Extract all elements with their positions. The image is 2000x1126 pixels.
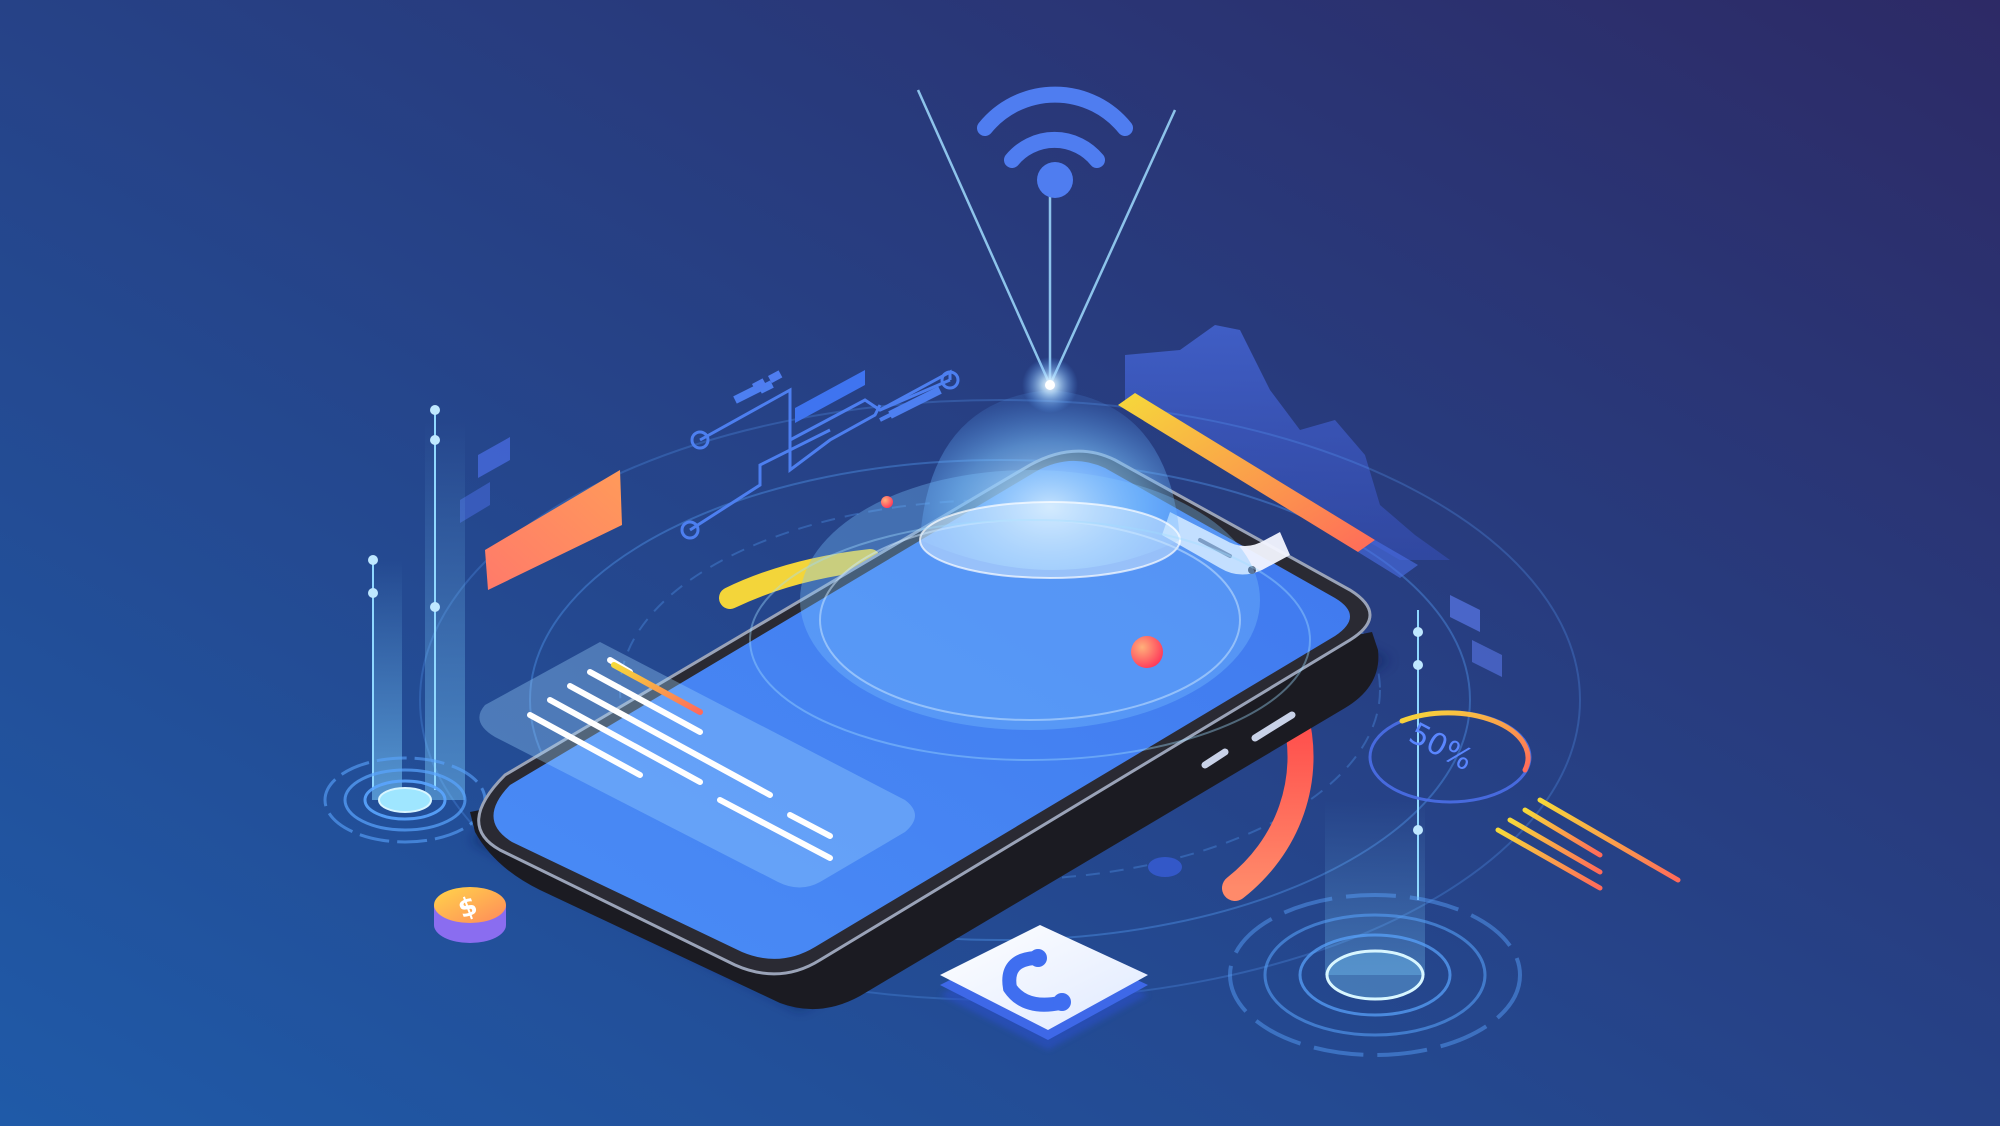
signal-spark-core bbox=[1045, 380, 1055, 390]
orange-orb-large bbox=[1131, 636, 1163, 668]
isometric-smartphone-scene: 50% $ bbox=[0, 0, 2000, 1126]
blue-dot bbox=[1148, 857, 1182, 877]
dollar-coin-icon: $ bbox=[434, 887, 506, 943]
orange-orb-small bbox=[881, 496, 893, 508]
